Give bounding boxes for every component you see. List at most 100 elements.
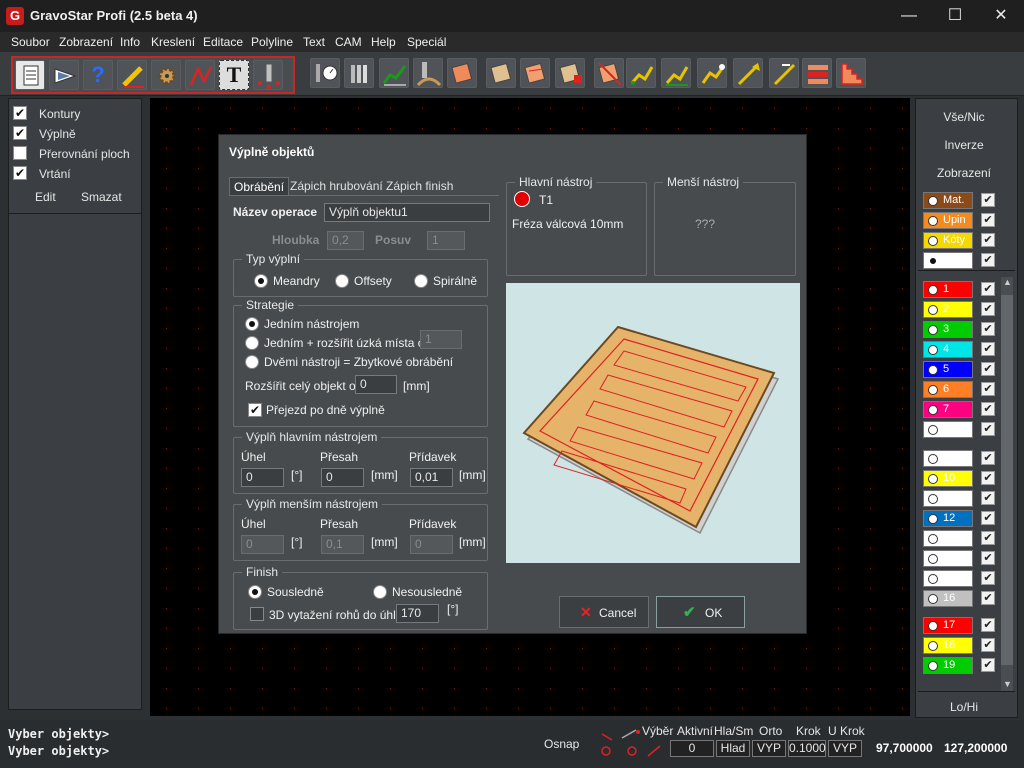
display-button[interactable]: Zobrazení [916, 166, 1012, 180]
menu-text[interactable]: Text [303, 35, 325, 49]
bottom-pass-checkbox[interactable]: ✔ [248, 403, 262, 417]
scroll-down-icon[interactable]: ▼ [1003, 679, 1012, 689]
path5-icon[interactable] [769, 58, 799, 88]
path2-icon[interactable] [661, 58, 691, 88]
layer-14[interactable] [923, 550, 973, 567]
stairs-icon[interactable] [836, 58, 866, 88]
small-angle-input[interactable]: 0 [241, 535, 284, 554]
top-layer-3[interactable] [923, 252, 973, 269]
layer-visible-checkbox[interactable]: ✔ [981, 658, 995, 672]
select-all-none-button[interactable]: Vše/Nic [916, 110, 1012, 124]
layer-6[interactable]: 6 [923, 381, 973, 398]
block-icon[interactable] [447, 58, 477, 88]
main-tool-group[interactable]: Hlavní nástroj T1 Fréza válcová 10mm [506, 175, 647, 276]
layer-8[interactable] [923, 421, 973, 438]
orto-value[interactable]: VYP [752, 740, 786, 757]
layer-5[interactable]: 5 [923, 361, 973, 378]
strategy-expand-label[interactable]: Jedním + rozšířit úzká místa o: [264, 336, 428, 350]
layer-15[interactable] [923, 570, 973, 587]
text-tool-icon[interactable]: T [219, 60, 249, 90]
scrollbar-thumb[interactable] [1001, 295, 1013, 665]
main-allowance-input[interactable]: 0,01 [410, 468, 453, 487]
small-tool-group[interactable]: Menší nástroj ??? [654, 175, 796, 276]
layer-3[interactable]: 3 [923, 321, 973, 338]
layer-visible-checkbox[interactable]: ✔ [981, 571, 995, 585]
delete-button[interactable]: Smazat [81, 190, 122, 204]
spiralne-radio[interactable] [414, 274, 428, 288]
block3-icon[interactable] [520, 58, 550, 88]
ukrok-value[interactable]: VYP [828, 740, 862, 757]
climb-radio[interactable] [248, 585, 262, 599]
gauge-icon[interactable] [310, 58, 340, 88]
krok-value[interactable]: 0.1000 [788, 740, 826, 757]
layer-visible-checkbox[interactable]: ✔ [981, 591, 995, 605]
narrow-expand-input[interactable]: 1 [420, 330, 462, 349]
layer-18[interactable]: 18 [923, 637, 973, 654]
menu-editace[interactable]: Editace [203, 35, 243, 49]
edit-button[interactable]: Edit [35, 190, 56, 204]
menu-zobrazeni[interactable]: Zobrazení [59, 35, 113, 49]
layer-visible-checkbox[interactable]: ✔ [981, 362, 995, 376]
menu-kresleni[interactable]: Kreslení [151, 35, 195, 49]
pencil-icon[interactable] [117, 60, 147, 90]
offsety-radio[interactable] [335, 274, 349, 288]
corner-angle-input[interactable]: 170 [396, 604, 439, 623]
top-layer-2[interactable]: Kóty [923, 232, 973, 249]
stack-icon[interactable] [802, 58, 832, 88]
layer-visible-checkbox[interactable]: ✔ [981, 382, 995, 396]
layer-visible-checkbox[interactable]: ✔ [981, 253, 995, 267]
layers-icon[interactable] [344, 58, 374, 88]
small-overlap-input[interactable]: 0,1 [321, 535, 364, 554]
menu-cam[interactable]: CAM [335, 35, 362, 49]
layer-visible-checkbox[interactable]: ✔ [981, 282, 995, 296]
layer-19[interactable]: 19 [923, 657, 973, 674]
layer-9[interactable] [923, 450, 973, 467]
prerovnani-checkbox[interactable] [13, 146, 27, 160]
ok-button[interactable]: ✔ OK [656, 596, 745, 628]
climb-label[interactable]: Sousledně [267, 585, 324, 599]
operation-name-input[interactable]: Výplň objektu1 [324, 203, 490, 222]
small-allowance-input[interactable]: 0 [410, 535, 453, 554]
layer-visible-checkbox[interactable]: ✔ [981, 302, 995, 316]
layer-1[interactable]: 1 [923, 281, 973, 298]
layer-12[interactable]: 12 [923, 510, 973, 527]
vyplne-checkbox[interactable]: ✔ [13, 126, 27, 140]
block5-icon[interactable] [594, 58, 624, 88]
layer-visible-checkbox[interactable]: ✔ [981, 402, 995, 416]
strategy-two-tools-label[interactable]: Dvěmi nástroji = Zbytkové obrábění [264, 355, 453, 369]
strategy-one-tool-label[interactable]: Jedním nástrojem [264, 317, 359, 331]
mill-icon[interactable] [253, 60, 283, 90]
tab-zapich-finish[interactable]: Zápich finish [382, 177, 457, 195]
main-angle-input[interactable]: 0 [241, 468, 284, 487]
cancel-button[interactable]: ✕ Cancel [559, 596, 649, 628]
tab-obrabeni[interactable]: Obrábění [229, 177, 290, 195]
top-layer-1[interactable]: Upin [923, 212, 973, 229]
layer-visible-checkbox[interactable]: ✔ [981, 551, 995, 565]
corner-3d-label[interactable]: 3D vytažení rohů do úhlu [269, 608, 402, 622]
top-layer-0[interactable]: Mat. [923, 192, 973, 209]
corner-3d-checkbox[interactable] [250, 607, 264, 621]
layer-visible-checkbox[interactable]: ✔ [981, 471, 995, 485]
meandry-label[interactable]: Meandry [273, 274, 320, 288]
menu-info[interactable]: Info [120, 35, 140, 49]
kontury-checkbox[interactable]: ✔ [13, 106, 27, 120]
tool-path-icon[interactable] [413, 58, 443, 88]
bottom-pass-label[interactable]: Přejezd po dně výplně [266, 403, 385, 417]
polyline-icon[interactable] [185, 60, 215, 90]
strategy-two-tools-radio[interactable] [245, 355, 259, 369]
path4-icon[interactable] [733, 58, 763, 88]
layer-visible-checkbox[interactable]: ✔ [981, 322, 995, 336]
layer-16[interactable]: 16 [923, 590, 973, 607]
layer-7[interactable]: 7 [923, 401, 973, 418]
offsety-label[interactable]: Offsety [354, 274, 392, 288]
view-icon[interactable] [49, 60, 79, 90]
vrtani-checkbox[interactable]: ✔ [13, 166, 27, 180]
invert-button[interactable]: Inverze [916, 138, 1012, 152]
layer-visible-checkbox[interactable]: ✔ [981, 511, 995, 525]
block4-icon[interactable] [555, 58, 585, 88]
menu-special[interactable]: Speciál [407, 35, 446, 49]
layer-visible-checkbox[interactable]: ✔ [981, 213, 995, 227]
strategy-expand-radio[interactable] [245, 336, 259, 350]
close-button[interactable]: ✕ [978, 0, 1024, 32]
help-icon[interactable]: ? [83, 60, 113, 90]
